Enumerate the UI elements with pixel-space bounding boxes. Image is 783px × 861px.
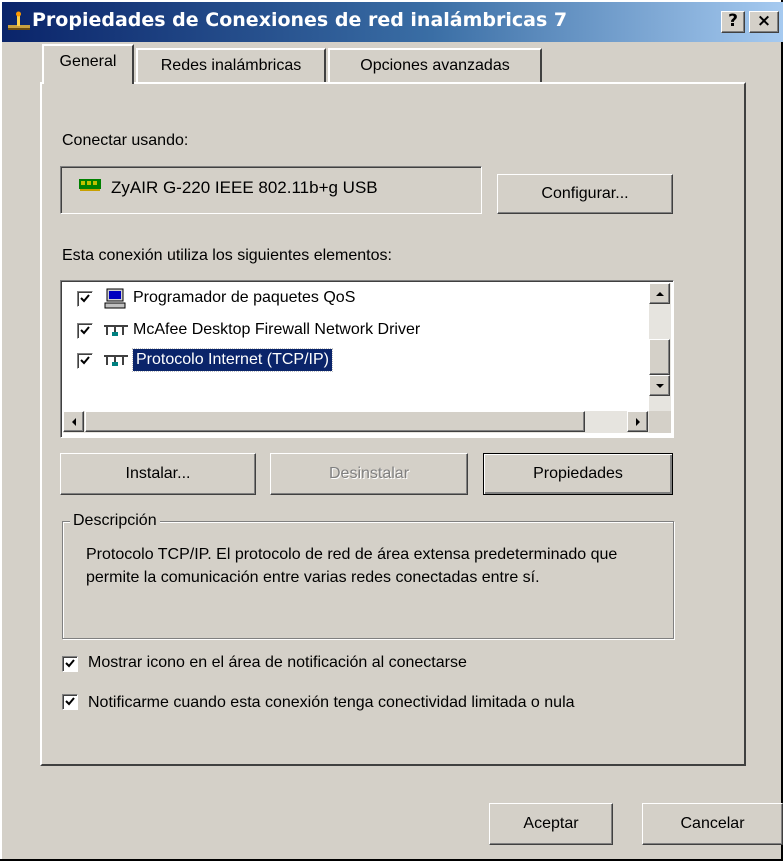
show-icon-checkbox[interactable] bbox=[62, 656, 78, 672]
install-button[interactable]: Instalar... bbox=[60, 453, 256, 495]
component-label: McAfee Desktop Firewall Network Driver bbox=[133, 321, 421, 338]
close-button[interactable]: × bbox=[749, 11, 779, 33]
component-label-selected: Protocolo Internet (TCP/IP) bbox=[132, 348, 333, 372]
network-protocol-icon bbox=[103, 351, 129, 376]
component-checkbox[interactable] bbox=[77, 291, 93, 307]
description-text: Protocolo TCP/IP. El protocolo de red de… bbox=[86, 546, 618, 586]
scroll-thumb-horizontal[interactable] bbox=[85, 411, 585, 432]
component-checkbox[interactable] bbox=[77, 323, 93, 339]
scroll-up-button[interactable] bbox=[649, 283, 670, 304]
vertical-scrollbar[interactable] bbox=[649, 283, 671, 411]
components-list[interactable]: Programador de paquetes QoS McAfee Deskt… bbox=[60, 280, 674, 438]
adapter-field: ZyAIR G-220 IEEE 802.11b+g USB bbox=[60, 166, 482, 214]
scroll-thumb[interactable] bbox=[649, 339, 670, 375]
component-label: Programador de paquetes QoS bbox=[133, 289, 356, 306]
tab-advanced-options-label: Opciones avanzadas bbox=[360, 57, 510, 74]
help-button[interactable]: ? bbox=[721, 11, 745, 33]
ok-button[interactable]: Aceptar bbox=[489, 803, 613, 845]
properties-dialog: Propiedades de Conexiones de red inalámb… bbox=[0, 0, 783, 859]
component-checkbox[interactable] bbox=[77, 353, 93, 369]
notify-label[interactable]: Notificarme cuando esta conexión tenga c… bbox=[88, 692, 678, 714]
tab-wireless-networks[interactable]: Redes inalámbricas bbox=[136, 48, 326, 82]
network-adapter-icon bbox=[79, 177, 101, 198]
window-title: Propiedades de Conexiones de red inalámb… bbox=[32, 9, 568, 31]
qos-scheduler-icon bbox=[103, 287, 127, 316]
arrow-right-icon bbox=[636, 418, 640, 426]
connect-using-label: Conectar usando: bbox=[62, 132, 189, 149]
scroll-corner bbox=[649, 411, 671, 433]
cancel-button[interactable]: Cancelar bbox=[642, 803, 783, 845]
components-label: Esta conexión utiliza los siguientes ele… bbox=[62, 247, 392, 264]
uninstall-button[interactable]: Desinstalar bbox=[270, 453, 468, 495]
arrow-left-icon bbox=[72, 418, 76, 426]
horizontal-scrollbar[interactable] bbox=[63, 411, 649, 433]
configure-button[interactable]: Configurar... bbox=[497, 174, 673, 214]
tab-general-label: General bbox=[59, 53, 117, 70]
install-button-label: Instalar... bbox=[125, 465, 191, 482]
properties-button[interactable]: Propiedades bbox=[483, 453, 673, 495]
ok-button-label: Aceptar bbox=[523, 815, 579, 832]
show-icon-label[interactable]: Mostrar icono en el área de notificación… bbox=[88, 654, 467, 672]
adapter-name: ZyAIR G-220 IEEE 802.11b+g USB bbox=[111, 178, 378, 197]
network-protocol-icon bbox=[103, 321, 129, 346]
scroll-right-button[interactable] bbox=[627, 411, 648, 432]
configure-button-label: Configurar... bbox=[541, 185, 629, 202]
arrow-down-icon bbox=[656, 384, 664, 388]
scroll-left-button[interactable] bbox=[63, 411, 84, 432]
close-icon: × bbox=[756, 11, 772, 31]
arrow-up-icon bbox=[656, 292, 664, 296]
uninstall-button-label: Desinstalar bbox=[328, 465, 410, 482]
cancel-button-label: Cancelar bbox=[680, 815, 745, 832]
description-title: Descripción bbox=[70, 512, 160, 530]
notify-checkbox[interactable] bbox=[62, 694, 78, 710]
tab-wireless-networks-label: Redes inalámbricas bbox=[160, 57, 302, 74]
title-bar[interactable]: Propiedades de Conexiones de red inalámb… bbox=[2, 2, 783, 42]
properties-button-label: Propiedades bbox=[533, 465, 623, 482]
network-connection-icon bbox=[8, 11, 30, 31]
scroll-down-button[interactable] bbox=[649, 375, 670, 396]
tab-general[interactable]: General bbox=[42, 44, 134, 84]
tab-advanced-options[interactable]: Opciones avanzadas bbox=[328, 48, 542, 82]
